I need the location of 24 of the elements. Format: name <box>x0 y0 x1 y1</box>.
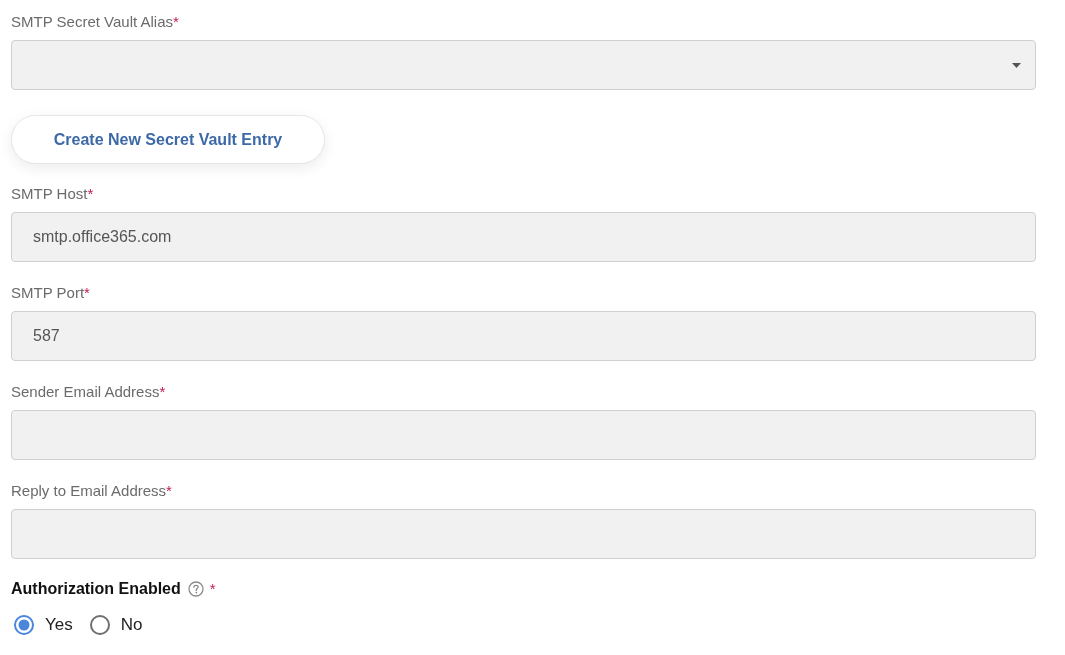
create-vault-entry-button[interactable]: Create New Secret Vault Entry <box>11 115 325 164</box>
required-mark: * <box>87 184 94 203</box>
option-label[interactable]: No <box>120 615 143 635</box>
caret-down-icon <box>1012 62 1021 68</box>
required-mark: * <box>209 579 216 599</box>
help-icon[interactable] <box>187 581 204 597</box>
required-mark: * <box>166 481 172 500</box>
dropdown-field[interactable] <box>11 40 1036 90</box>
field-label: SMTP Port <box>11 283 85 302</box>
field-label: SMTP Host <box>11 184 88 203</box>
field-label: SMTP Secret Vault Alias <box>11 12 173 31</box>
option-label[interactable]: Yes <box>45 615 73 635</box>
text-input-field[interactable] <box>11 509 1036 559</box>
text-input-field[interactable] <box>11 410 1036 460</box>
required-mark: * <box>159 382 166 401</box>
required-mark: * <box>84 283 90 302</box>
field-label: Sender Email Address <box>11 382 160 401</box>
text-input-field[interactable]: 587 <box>11 311 1036 361</box>
required-mark: * <box>173 12 179 31</box>
radio-button[interactable] <box>89 615 110 635</box>
text-input-field[interactable]: smtp.office365.com <box>11 212 1036 262</box>
section-label: Authorization Enabled <box>11 579 181 599</box>
radio-button[interactable] <box>14 615 34 635</box>
field-label: Reply to Email Address <box>11 481 167 500</box>
